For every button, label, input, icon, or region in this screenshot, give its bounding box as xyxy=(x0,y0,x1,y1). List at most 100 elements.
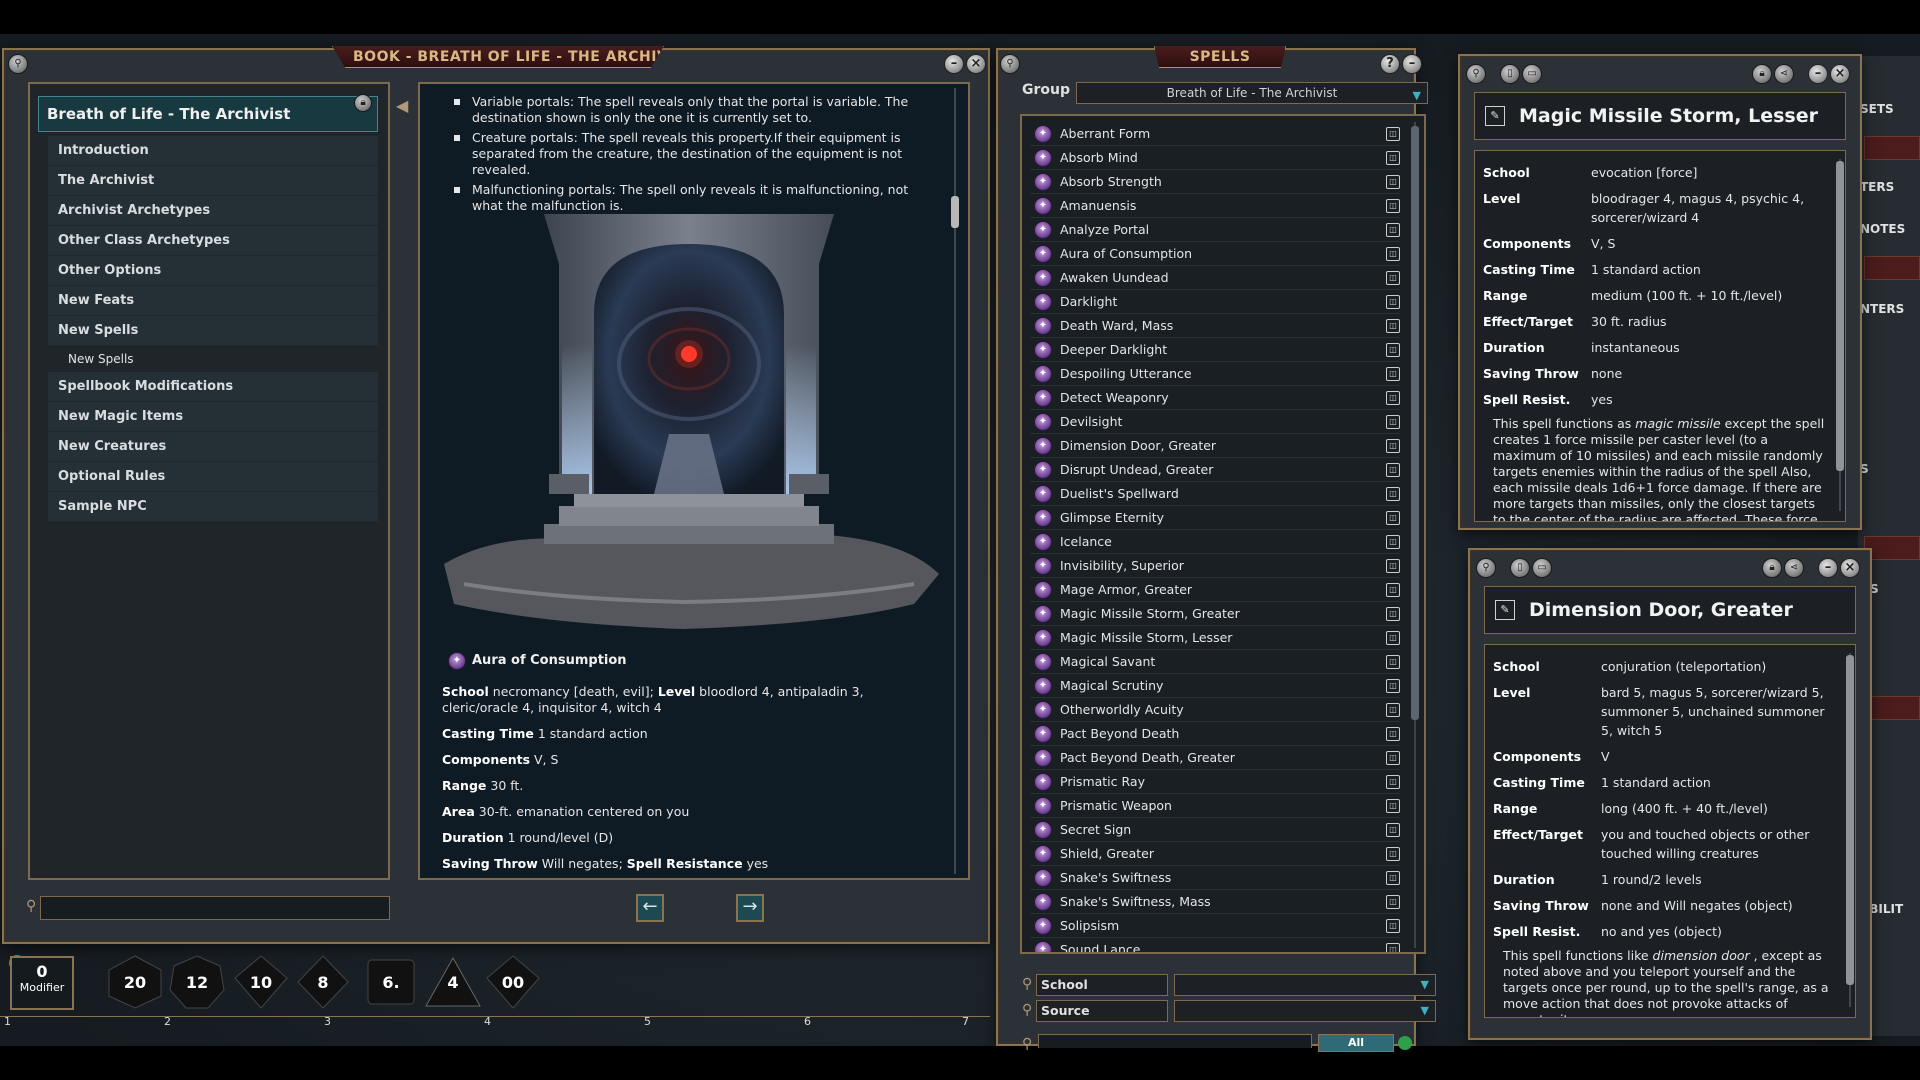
side-tab-red-4[interactable] xyxy=(1864,696,1920,720)
open-link-icon[interactable]: ◫ xyxy=(1386,223,1400,237)
next-page-button[interactable]: → xyxy=(736,894,764,922)
minimize-button[interactable]: – xyxy=(944,54,964,74)
spell-list-item[interactable]: ✦ Sound Lance ◫ xyxy=(1030,938,1400,952)
side-tab-sets[interactable]: SETS xyxy=(1858,96,1920,122)
book-search-input[interactable] xyxy=(40,896,390,920)
hotbar-slot-4[interactable]: 4 xyxy=(484,1015,491,1028)
side-tab-s[interactable]: S xyxy=(1858,456,1920,482)
spell-list-item[interactable]: ✦ Awaken Uundead ◫ xyxy=(1030,266,1400,290)
toc-item-new-magic-items[interactable]: New Magic Items xyxy=(48,402,378,432)
open-link-icon[interactable]: ◫ xyxy=(1386,439,1400,453)
spell-list-item[interactable]: ✦ Absorb Mind ◫ xyxy=(1030,146,1400,170)
open-link-icon[interactable]: ◫ xyxy=(1386,487,1400,501)
detail2-share-icon[interactable]: ⋖ xyxy=(1784,558,1804,578)
spell-list-item[interactable]: ✦ Invisibility, Superior ◫ xyxy=(1030,554,1400,578)
filter-source[interactable]: Source ▼ xyxy=(1036,1000,1436,1022)
spell-list-item[interactable]: ✦ Snake's Swiftness, Mass ◫ xyxy=(1030,890,1400,914)
spells-window-menu-icon[interactable]: ⚲ xyxy=(1000,54,1020,74)
spell-list-item[interactable]: ✦ Devilsight ◫ xyxy=(1030,410,1400,434)
side-tab-red-3[interactable] xyxy=(1864,536,1920,560)
open-link-icon[interactable]: ◫ xyxy=(1386,535,1400,549)
filter-source-select[interactable]: ▼ xyxy=(1174,1000,1436,1022)
open-link-icon[interactable]: ◫ xyxy=(1386,919,1400,933)
detail2-menu-icon[interactable]: ⚲ xyxy=(1476,558,1496,578)
open-link-icon[interactable]: ◫ xyxy=(1386,319,1400,333)
d6-die-icon[interactable]: 6. xyxy=(362,954,420,1010)
modifier-box[interactable]: 0 Modifier xyxy=(10,956,74,1010)
detail2-close-button[interactable]: × xyxy=(1840,558,1860,578)
d4-die-icon[interactable]: 4 xyxy=(424,954,482,1010)
d10-die-icon[interactable]: 10 xyxy=(232,954,290,1010)
open-link-icon[interactable]: ◫ xyxy=(1386,583,1400,597)
toc-subitem-new-spells[interactable]: New Spells xyxy=(48,346,378,372)
content-scrollbar-thumb[interactable] xyxy=(951,196,959,228)
spell-list-item[interactable]: ✦ Detect Weaponry ◫ xyxy=(1030,386,1400,410)
spell-list-item[interactable]: ✦ Absorb Strength ◫ xyxy=(1030,170,1400,194)
toc-item-new-creatures[interactable]: New Creatures xyxy=(48,432,378,462)
open-link-icon[interactable]: ◫ xyxy=(1386,607,1400,621)
spell-list-scrollbar-thumb[interactable] xyxy=(1411,126,1419,720)
open-link-icon[interactable]: ◫ xyxy=(1386,943,1400,952)
toc-item-optional-rules[interactable]: Optional Rules xyxy=(48,462,378,492)
detail2-lock-icon[interactable]: 🔒︎ xyxy=(1762,558,1782,578)
hotbar-slot-1[interactable]: 1 xyxy=(4,1015,11,1028)
detail1-close-button[interactable]: × xyxy=(1830,64,1850,84)
lock-icon[interactable]: 🔒︎ xyxy=(354,94,372,112)
open-link-icon[interactable]: ◫ xyxy=(1386,703,1400,717)
collapse-toc-arrow-icon[interactable]: ◀ xyxy=(396,96,408,115)
detail2-scrollbar-thumb[interactable] xyxy=(1846,655,1854,985)
open-link-icon[interactable]: ◫ xyxy=(1386,415,1400,429)
close-button[interactable]: × xyxy=(966,54,986,74)
open-link-icon[interactable]: ◫ xyxy=(1386,679,1400,693)
detail1-menu-icon[interactable]: ⚲ xyxy=(1466,64,1486,84)
spell-list-item[interactable]: ✦ Secret Sign ◫ xyxy=(1030,818,1400,842)
open-link-icon[interactable]: ◫ xyxy=(1386,295,1400,309)
toc-item-other-options[interactable]: Other Options xyxy=(48,256,378,286)
detail1-share-icon[interactable]: ⋖ xyxy=(1774,64,1794,84)
open-link-icon[interactable]: ◫ xyxy=(1386,847,1400,861)
hotbar-slot-5[interactable]: 5 xyxy=(644,1015,651,1028)
d8-die-icon[interactable]: 8 xyxy=(294,954,352,1010)
open-link-icon[interactable]: ◫ xyxy=(1386,463,1400,477)
spell-list-item[interactable]: ✦ Shield, Greater ◫ xyxy=(1030,842,1400,866)
open-link-icon[interactable]: ◫ xyxy=(1386,751,1400,765)
side-tab-nters[interactable]: NTERS xyxy=(1858,296,1920,322)
detail1-minimize-button[interactable]: – xyxy=(1808,64,1828,84)
spell-list-item[interactable]: ✦ Pact Beyond Death ◫ xyxy=(1030,722,1400,746)
spell-list-item[interactable]: ✦ Glimpse Eternity ◫ xyxy=(1030,506,1400,530)
group-select[interactable]: Breath of Life - The Archivist ▼ xyxy=(1076,82,1428,104)
toc-item-introduction[interactable]: Introduction xyxy=(48,136,378,166)
open-link-icon[interactable]: ◫ xyxy=(1386,151,1400,165)
spell-list-item[interactable]: ✦ Disrupt Undead, Greater ◫ xyxy=(1030,458,1400,482)
toc-item-new-feats[interactable]: New Feats xyxy=(48,286,378,316)
hotbar-slot-3[interactable]: 3 xyxy=(324,1015,331,1028)
spell-list-item[interactable]: ✦ Pact Beyond Death, Greater ◫ xyxy=(1030,746,1400,770)
detail1-book-icon[interactable]: ▯ xyxy=(1500,64,1520,84)
open-link-icon[interactable]: ◫ xyxy=(1386,559,1400,573)
toc-item-archivist-archetypes[interactable]: Archivist Archetypes xyxy=(48,196,378,226)
book-window-menu-icon[interactable]: ⚲ xyxy=(8,54,28,74)
open-link-icon[interactable]: ◫ xyxy=(1386,895,1400,909)
open-link-icon[interactable]: ◫ xyxy=(1386,631,1400,645)
spell-list-item[interactable]: ✦ Magic Missile Storm, Lesser ◫ xyxy=(1030,626,1400,650)
spell-list-item[interactable]: ✦ Despoiling Utterance ◫ xyxy=(1030,362,1400,386)
open-link-icon[interactable]: ◫ xyxy=(1386,727,1400,741)
spell-list-item[interactable]: ✦ Prismatic Weapon ◫ xyxy=(1030,794,1400,818)
hotbar-slot-2[interactable]: 2 xyxy=(164,1015,171,1028)
spell-list-item[interactable]: ✦ Prismatic Ray ◫ xyxy=(1030,770,1400,794)
d100-die-icon[interactable]: 00 xyxy=(484,954,542,1010)
detail1-lock-icon[interactable]: 🔒︎ xyxy=(1752,64,1772,84)
detail1-copy-icon[interactable]: ▭ xyxy=(1522,64,1542,84)
prev-page-button[interactable]: ← xyxy=(636,894,664,922)
spell-list-item[interactable]: ✦ Amanuensis ◫ xyxy=(1030,194,1400,218)
spell-list-item[interactable]: ✦ Snake's Swiftness ◫ xyxy=(1030,866,1400,890)
side-tab-ters[interactable]: TERS xyxy=(1858,174,1920,200)
d12-die-icon[interactable]: 12 xyxy=(168,954,226,1010)
open-link-icon[interactable]: ◫ xyxy=(1386,655,1400,669)
open-link-icon[interactable]: ◫ xyxy=(1386,823,1400,837)
spell-list-item[interactable]: ✦ Icelance ◫ xyxy=(1030,530,1400,554)
open-link-icon[interactable]: ◫ xyxy=(1386,271,1400,285)
detail1-scrollbar-thumb[interactable] xyxy=(1836,161,1844,471)
open-link-icon[interactable]: ◫ xyxy=(1386,199,1400,213)
toc-item-spellbook-modifications[interactable]: Spellbook Modifications xyxy=(48,372,378,402)
